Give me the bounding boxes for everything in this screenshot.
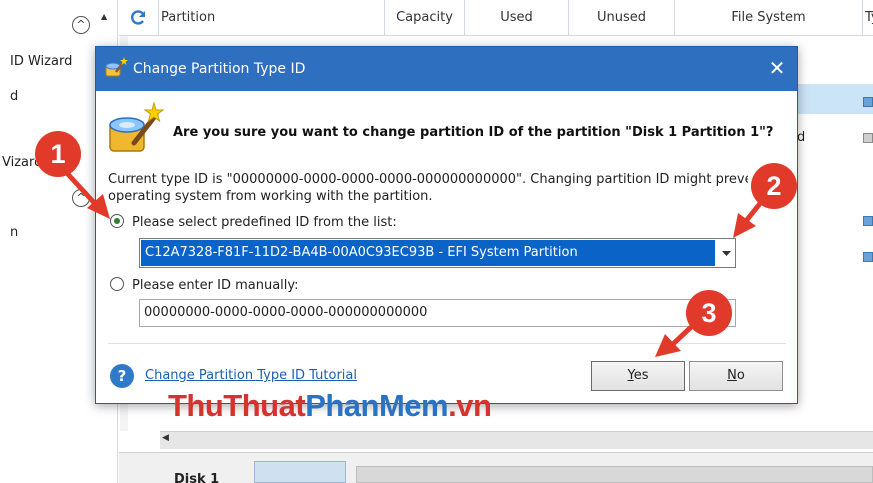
step-badge-1: 1 <box>35 131 81 177</box>
step-badge-2: 2 <box>751 163 797 209</box>
annotation-arrow-1 <box>63 169 101 210</box>
step-badge-3: 3 <box>686 290 732 336</box>
annotation-arrow-3 <box>669 325 693 348</box>
annotation-arrows <box>63 169 765 357</box>
